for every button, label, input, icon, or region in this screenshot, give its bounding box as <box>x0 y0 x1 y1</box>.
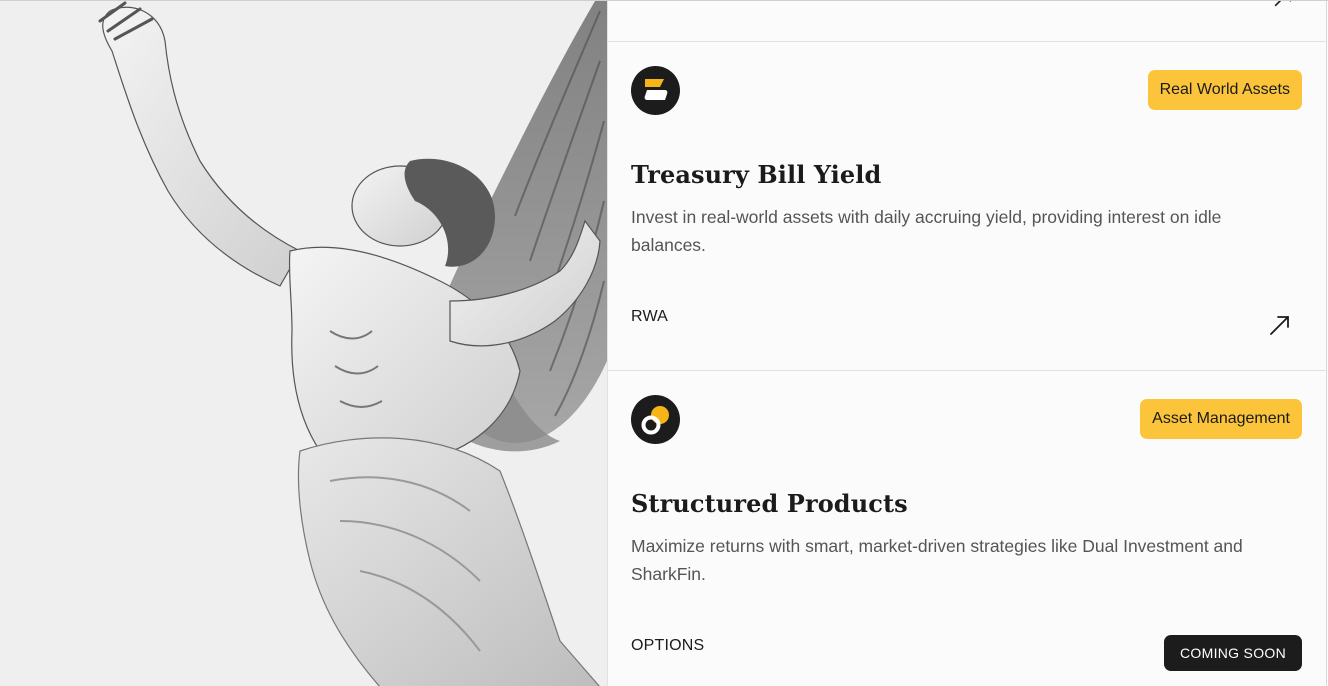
arrow-up-right-icon[interactable] <box>1268 313 1292 337</box>
arrow-up-right-icon[interactable] <box>1272 0 1294 9</box>
category-tag: Asset Management <box>1140 399 1302 439</box>
category-tag: Real World Assets <box>1147 70 1302 110</box>
winged-figure-illustration <box>0 1 607 686</box>
product-card-structured[interactable]: Asset Management Structured Products Max… <box>608 371 1326 686</box>
coming-soon-badge: COMING SOON <box>1164 635 1302 671</box>
layers-logo-icon <box>631 66 680 115</box>
page: Real World Assets Treasury Bill Yield In… <box>0 0 1328 686</box>
product-category: RWA <box>631 308 669 325</box>
product-description: Invest in real-world assets with daily a… <box>631 207 1222 255</box>
previous-card-stub <box>608 1 1326 42</box>
product-category: OPTIONS <box>631 637 705 654</box>
product-title: Treasury Bill Yield <box>631 160 882 189</box>
rings-logo-icon <box>631 395 680 444</box>
product-list: Real World Assets Treasury Bill Yield In… <box>607 1 1327 686</box>
product-card-treasury[interactable]: Real World Assets Treasury Bill Yield In… <box>608 42 1326 371</box>
product-description: Maximize returns with smart, market-driv… <box>631 536 1243 584</box>
product-title: Structured Products <box>631 489 908 518</box>
